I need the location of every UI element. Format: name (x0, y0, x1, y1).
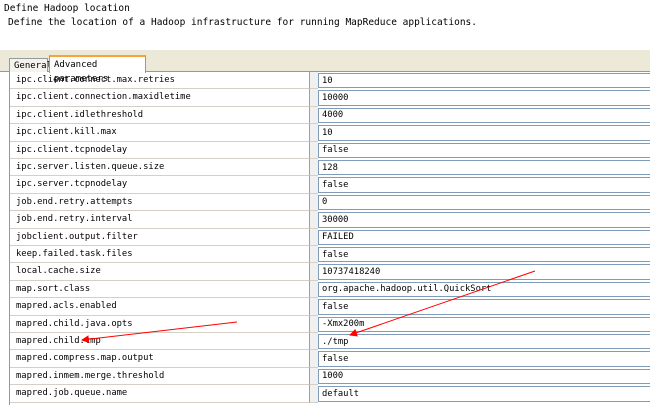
table-row: mapred.child.tmp (10, 333, 650, 351)
param-value-input[interactable] (318, 73, 650, 89)
table-row: keep.failed.task.files (10, 246, 650, 264)
param-key: job.end.retry.interval (10, 211, 310, 229)
row-separator (310, 263, 318, 281)
dialog-description: Define the location of a Hadoop infrastr… (8, 17, 477, 28)
row-separator (310, 228, 318, 246)
param-value-input[interactable] (318, 107, 650, 124)
row-separator (310, 350, 318, 368)
table-row: mapred.inmem.merge.threshold (10, 367, 650, 386)
param-key: jobclient.output.filter (10, 228, 310, 246)
param-value-input[interactable] (318, 125, 650, 141)
dialog-header: Define Hadoop location Define the locati… (0, 0, 650, 50)
dialog-title: Define Hadoop location (4, 3, 130, 14)
table-row: mapred.compress.map.output (10, 350, 650, 368)
table-row: mapred.child.java.opts (10, 315, 650, 333)
row-separator (310, 211, 318, 229)
table-row: map.sort.class (10, 280, 650, 299)
table-row: job.end.retry.interval (10, 211, 650, 229)
row-separator (310, 298, 318, 316)
row-separator (310, 106, 318, 125)
row-separator (310, 72, 318, 90)
tab-bar: General Advanced parameters (0, 50, 650, 84)
param-value-input[interactable] (318, 177, 650, 193)
table-row: job.end.retry.attempts (10, 193, 650, 212)
row-separator (310, 385, 318, 403)
parameters-table: ipc.client.connect.max.retriesipc.client… (9, 72, 650, 405)
row-separator (310, 159, 318, 177)
param-key: mapred.child.java.opts (10, 315, 310, 333)
param-value-input[interactable] (318, 334, 650, 350)
tab-advanced-parameters[interactable]: Advanced parameters (49, 55, 146, 84)
table-row: local.cache.size (10, 263, 650, 281)
param-value-input[interactable] (318, 90, 650, 106)
param-key: ipc.client.idlethreshold (10, 106, 310, 125)
param-key: ipc.client.tcpnodelay (10, 141, 310, 159)
param-value-input[interactable] (318, 229, 650, 245)
param-value-input[interactable] (318, 212, 650, 228)
param-key: ipc.server.listen.queue.size (10, 159, 310, 177)
row-separator (310, 141, 318, 159)
row-separator (310, 193, 318, 212)
param-key: mapred.inmem.merge.threshold (10, 367, 310, 386)
row-separator (310, 315, 318, 333)
param-key: mapred.compress.map.output (10, 350, 310, 368)
table-row: ipc.server.listen.queue.size (10, 159, 650, 177)
row-separator (310, 367, 318, 386)
param-value-input[interactable] (318, 386, 650, 402)
table-row: ipc.client.kill.max (10, 124, 650, 142)
table-row: ipc.client.tcpnodelay (10, 141, 650, 159)
row-separator (310, 246, 318, 264)
param-value-input[interactable] (318, 316, 650, 332)
param-key: local.cache.size (10, 263, 310, 281)
table-row: mapred.job.queue.name (10, 385, 650, 403)
table-row: jobclient.output.filter (10, 228, 650, 246)
param-key: mapred.acls.enabled (10, 298, 310, 316)
param-value-input[interactable] (318, 281, 650, 298)
table-row: ipc.client.idlethreshold (10, 106, 650, 125)
row-separator (310, 89, 318, 107)
table-row: ipc.client.connection.maxidletime (10, 89, 650, 107)
param-key: ipc.client.kill.max (10, 124, 310, 142)
param-value-input[interactable] (318, 368, 650, 385)
param-key: job.end.retry.attempts (10, 193, 310, 212)
param-key: mapred.child.tmp (10, 333, 310, 351)
table-row: ipc.server.tcpnodelay (10, 176, 650, 194)
param-value-input[interactable] (318, 299, 650, 315)
param-value-input[interactable] (318, 160, 650, 176)
param-key: keep.failed.task.files (10, 246, 310, 264)
row-separator (310, 176, 318, 194)
param-value-input[interactable] (318, 351, 650, 367)
param-value-input[interactable] (318, 264, 650, 280)
param-value-input[interactable] (318, 247, 650, 263)
row-separator (310, 333, 318, 351)
row-separator (310, 280, 318, 299)
param-key: ipc.client.connection.maxidletime (10, 89, 310, 107)
param-key: ipc.server.tcpnodelay (10, 176, 310, 194)
row-separator (310, 124, 318, 142)
param-key: map.sort.class (10, 280, 310, 299)
param-key: mapred.job.queue.name (10, 385, 310, 403)
param-value-input[interactable] (318, 194, 650, 211)
table-row: mapred.acls.enabled (10, 298, 650, 316)
param-value-input[interactable] (318, 142, 650, 158)
tab-general[interactable]: General (9, 58, 52, 72)
